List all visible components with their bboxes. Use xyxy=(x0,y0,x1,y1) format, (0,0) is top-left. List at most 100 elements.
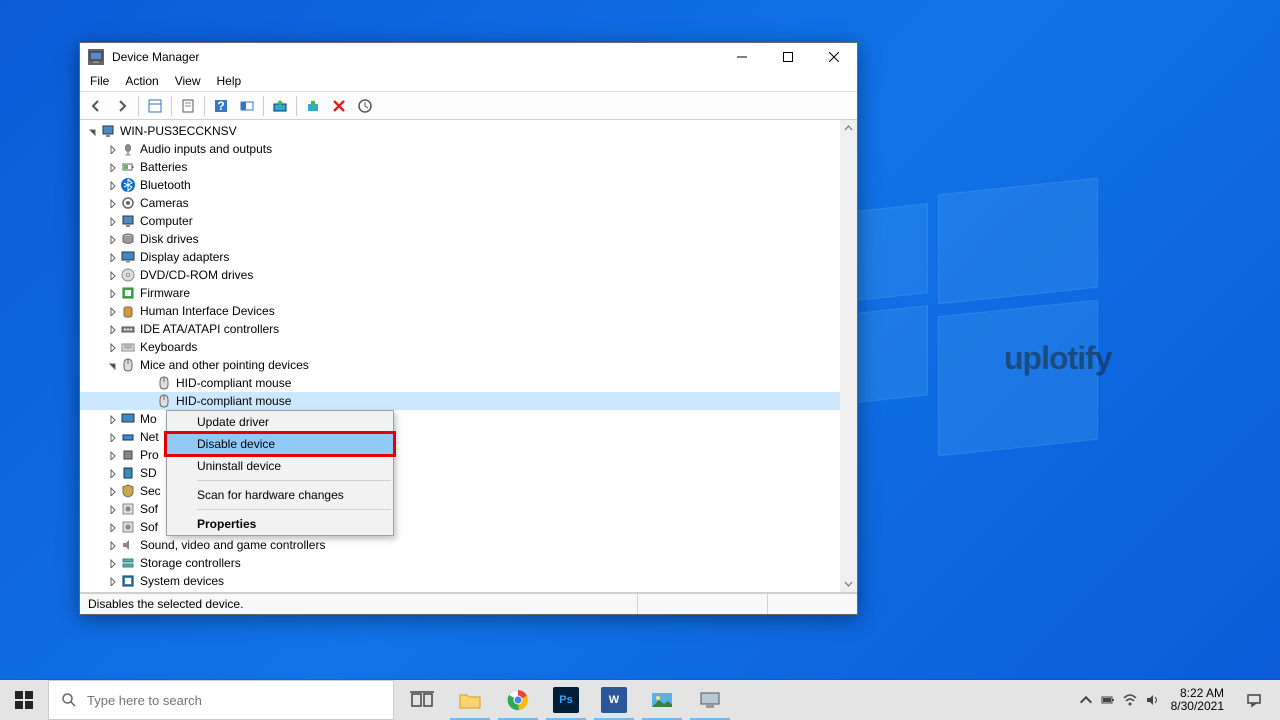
titlebar[interactable]: Device Manager xyxy=(80,43,857,71)
taskbar-device-manager[interactable] xyxy=(686,680,734,720)
tree-category[interactable]: Computer xyxy=(80,212,857,230)
soft-icon xyxy=(120,519,136,535)
help-button[interactable]: ? xyxy=(209,94,233,118)
category-label: Keyboards xyxy=(140,340,197,354)
ctx-properties[interactable]: Properties xyxy=(167,513,393,535)
expander-icon[interactable] xyxy=(104,163,120,172)
expander-icon[interactable] xyxy=(104,361,120,370)
close-button[interactable] xyxy=(811,43,857,71)
tree-device-mouse[interactable]: HID-compliant mouse xyxy=(80,392,857,410)
task-view-button[interactable] xyxy=(398,680,446,720)
tree-category[interactable]: Human Interface Devices xyxy=(80,302,857,320)
taskbar-file-explorer[interactable] xyxy=(446,680,494,720)
taskbar-photoshop[interactable]: Ps xyxy=(542,680,590,720)
expander-icon[interactable] xyxy=(104,505,120,514)
scrollbar[interactable] xyxy=(840,120,857,592)
ctx-uninstall-device[interactable]: Uninstall device xyxy=(167,455,393,477)
disable-device-button[interactable] xyxy=(327,94,351,118)
menu-file[interactable]: File xyxy=(82,72,117,90)
expander-icon[interactable] xyxy=(104,541,120,550)
tree-category[interactable]: DVD/CD-ROM drives xyxy=(80,266,857,284)
expander-icon[interactable] xyxy=(104,217,120,226)
expander-icon[interactable] xyxy=(104,325,120,334)
maximize-button[interactable] xyxy=(765,43,811,71)
tree-category[interactable]: Disk drives xyxy=(80,230,857,248)
tree-category[interactable]: Keyboards xyxy=(80,338,857,356)
expander-icon[interactable] xyxy=(104,235,120,244)
scan-button[interactable] xyxy=(235,94,259,118)
tree-category[interactable]: Display adapters xyxy=(80,248,857,266)
tree-root[interactable]: WIN-PUS3ECCKNSV xyxy=(80,122,857,140)
tree-category[interactable]: IDE ATA/ATAPI controllers xyxy=(80,320,857,338)
properties-button[interactable] xyxy=(176,94,200,118)
expander-icon[interactable] xyxy=(104,433,120,442)
update-driver-button[interactable] xyxy=(268,94,292,118)
expander-icon[interactable] xyxy=(104,271,120,280)
search-box[interactable] xyxy=(48,680,394,720)
expander-icon[interactable] xyxy=(84,127,100,136)
tree-category[interactable]: System devices xyxy=(80,572,857,590)
expander-icon[interactable] xyxy=(104,199,120,208)
tree-category[interactable]: Firmware xyxy=(80,284,857,302)
expander-icon[interactable] xyxy=(104,307,120,316)
audio-icon xyxy=(120,141,136,157)
tray-show-hidden-icon[interactable] xyxy=(1075,680,1097,720)
expander-icon[interactable] xyxy=(104,289,120,298)
ctx-disable-device[interactable]: Disable device xyxy=(167,433,393,455)
taskbar-word[interactable]: W xyxy=(590,680,638,720)
category-label: IDE ATA/ATAPI controllers xyxy=(140,322,279,336)
category-label: Sof xyxy=(140,502,158,516)
tree-category-mice[interactable]: Mice and other pointing devices xyxy=(80,356,857,374)
forward-button[interactable] xyxy=(110,94,134,118)
watermark: uplotify xyxy=(1004,340,1112,377)
taskbar-chrome[interactable] xyxy=(494,680,542,720)
category-label: Sec xyxy=(140,484,161,498)
expander-icon[interactable] xyxy=(104,577,120,586)
show-hide-tree-button[interactable] xyxy=(143,94,167,118)
expander-icon[interactable] xyxy=(104,343,120,352)
mon-icon xyxy=(120,411,136,427)
expander-icon[interactable] xyxy=(104,487,120,496)
action-center-button[interactable] xyxy=(1232,680,1276,720)
taskbar-photos[interactable] xyxy=(638,680,686,720)
tree-category[interactable]: Cameras xyxy=(80,194,857,212)
hid-icon xyxy=(120,303,136,319)
pc-icon xyxy=(100,123,116,139)
search-input[interactable] xyxy=(87,693,381,708)
bt-icon xyxy=(120,177,136,193)
expander-icon[interactable] xyxy=(104,253,120,262)
expander-icon[interactable] xyxy=(104,451,120,460)
tree-device-mouse[interactable]: HID-compliant mouse xyxy=(80,374,857,392)
menu-help[interactable]: Help xyxy=(209,72,250,90)
taskbar-clock[interactable]: 8:22 AM 8/30/2021 xyxy=(1163,687,1232,713)
scroll-down-icon[interactable] xyxy=(840,575,857,592)
tray-wifi-icon[interactable] xyxy=(1119,680,1141,720)
category-label: Storage controllers xyxy=(140,556,241,570)
expander-icon[interactable] xyxy=(104,469,120,478)
scroll-up-icon[interactable] xyxy=(840,120,857,137)
expander-icon[interactable] xyxy=(104,145,120,154)
menu-action[interactable]: Action xyxy=(117,72,166,90)
tree-category[interactable]: Audio inputs and outputs xyxy=(80,140,857,158)
uninstall-device-button[interactable] xyxy=(353,94,377,118)
context-menu: Update driver Disable device Uninstall d… xyxy=(166,410,394,536)
back-button[interactable] xyxy=(84,94,108,118)
tree-category[interactable]: Sound, video and game controllers xyxy=(80,536,857,554)
tree-category[interactable]: Bluetooth xyxy=(80,176,857,194)
expander-icon[interactable] xyxy=(104,523,120,532)
minimize-button[interactable] xyxy=(719,43,765,71)
kb-icon xyxy=(120,339,136,355)
tree-category[interactable]: Batteries xyxy=(80,158,857,176)
tree-category[interactable]: Storage controllers xyxy=(80,554,857,572)
tray-battery-icon[interactable] xyxy=(1097,680,1119,720)
start-button[interactable] xyxy=(0,680,48,720)
tray-volume-icon[interactable] xyxy=(1141,680,1163,720)
expander-icon[interactable] xyxy=(104,415,120,424)
enable-device-button[interactable] xyxy=(301,94,325,118)
expander-icon[interactable] xyxy=(104,559,120,568)
expander-icon[interactable] xyxy=(104,181,120,190)
ctx-scan-hardware[interactable]: Scan for hardware changes xyxy=(167,484,393,506)
ctx-update-driver[interactable]: Update driver xyxy=(167,411,393,433)
category-label: Pro xyxy=(140,448,159,462)
menu-view[interactable]: View xyxy=(167,72,209,90)
